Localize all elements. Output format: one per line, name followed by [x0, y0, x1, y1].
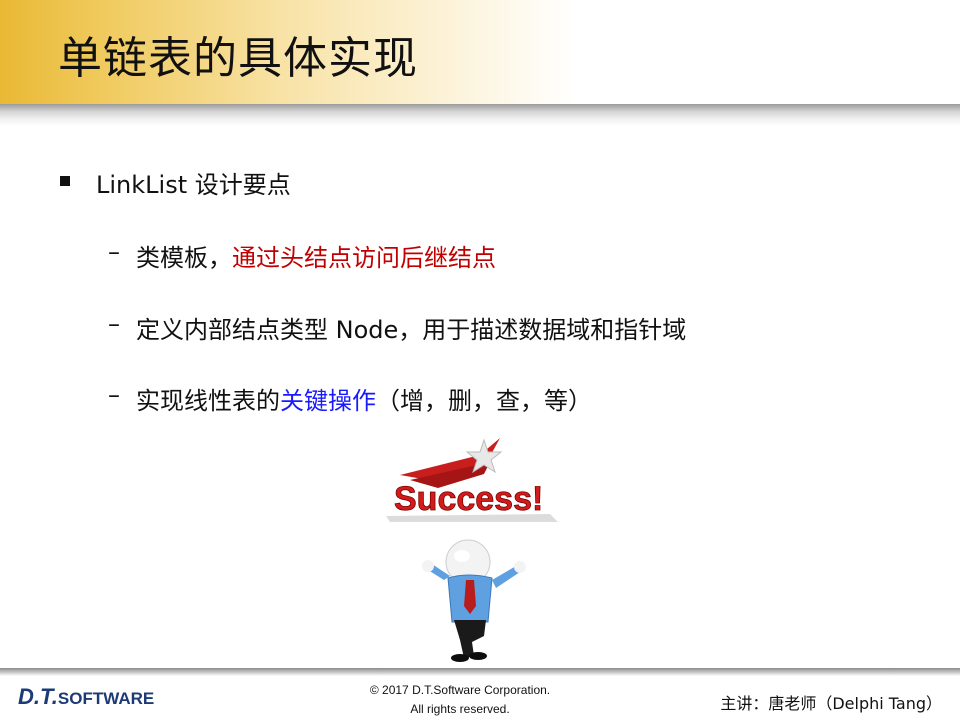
sub-point-3: 实现线性表的关键操作（增，删，查，等） [136, 381, 592, 416]
success-figure-icon: Success! [380, 430, 580, 670]
sub-point-3-part-3: （增，删，查，等） [376, 387, 592, 415]
sub-point-2-part-1: 定义内部结点类型 Node，用于描述数据域和指针域 [136, 316, 687, 344]
dash-marker-1: – [108, 238, 120, 266]
sub-point-2: 定义内部结点类型 Node，用于描述数据域和指针域 [136, 310, 686, 345]
dash-marker-2: – [108, 310, 120, 338]
sub-point-3-part-2: 关键操作 [280, 387, 376, 415]
slide-title: 单链表的具体实现 [58, 33, 418, 84]
company-logo: D.T.SOFTWARE [18, 684, 154, 710]
footer-divider [0, 668, 960, 676]
logo-suffix: SOFTWARE [57, 689, 155, 708]
sub-point-1-part-2: 通过头结点访问后继结点 [232, 244, 496, 272]
copyright-line-2: All rights reserved. [410, 702, 510, 716]
dash-marker-3: – [108, 381, 120, 409]
sub-point-1: 类模板，通过头结点访问后继结点 [136, 238, 496, 273]
logo-prefix: D.T. [18, 684, 58, 709]
main-bullet-text: LinkList 设计要点 [96, 171, 291, 199]
sub-point-3-part-1: 实现线性表的 [136, 387, 280, 415]
sub-point-1-part-1: 类模板， [136, 244, 232, 272]
presenter-credit: 主讲：唐老师（Delphi Tang） [720, 694, 942, 713]
title-band-shadow [0, 104, 960, 126]
copyright-line-1: © 2017 D.T.Software Corporation. [369, 683, 551, 697]
bullet-square-icon [60, 176, 70, 186]
success-text: Success! [394, 480, 543, 518]
copyright: © 2017 D.T.Software Corporation. All rig… [340, 681, 580, 719]
